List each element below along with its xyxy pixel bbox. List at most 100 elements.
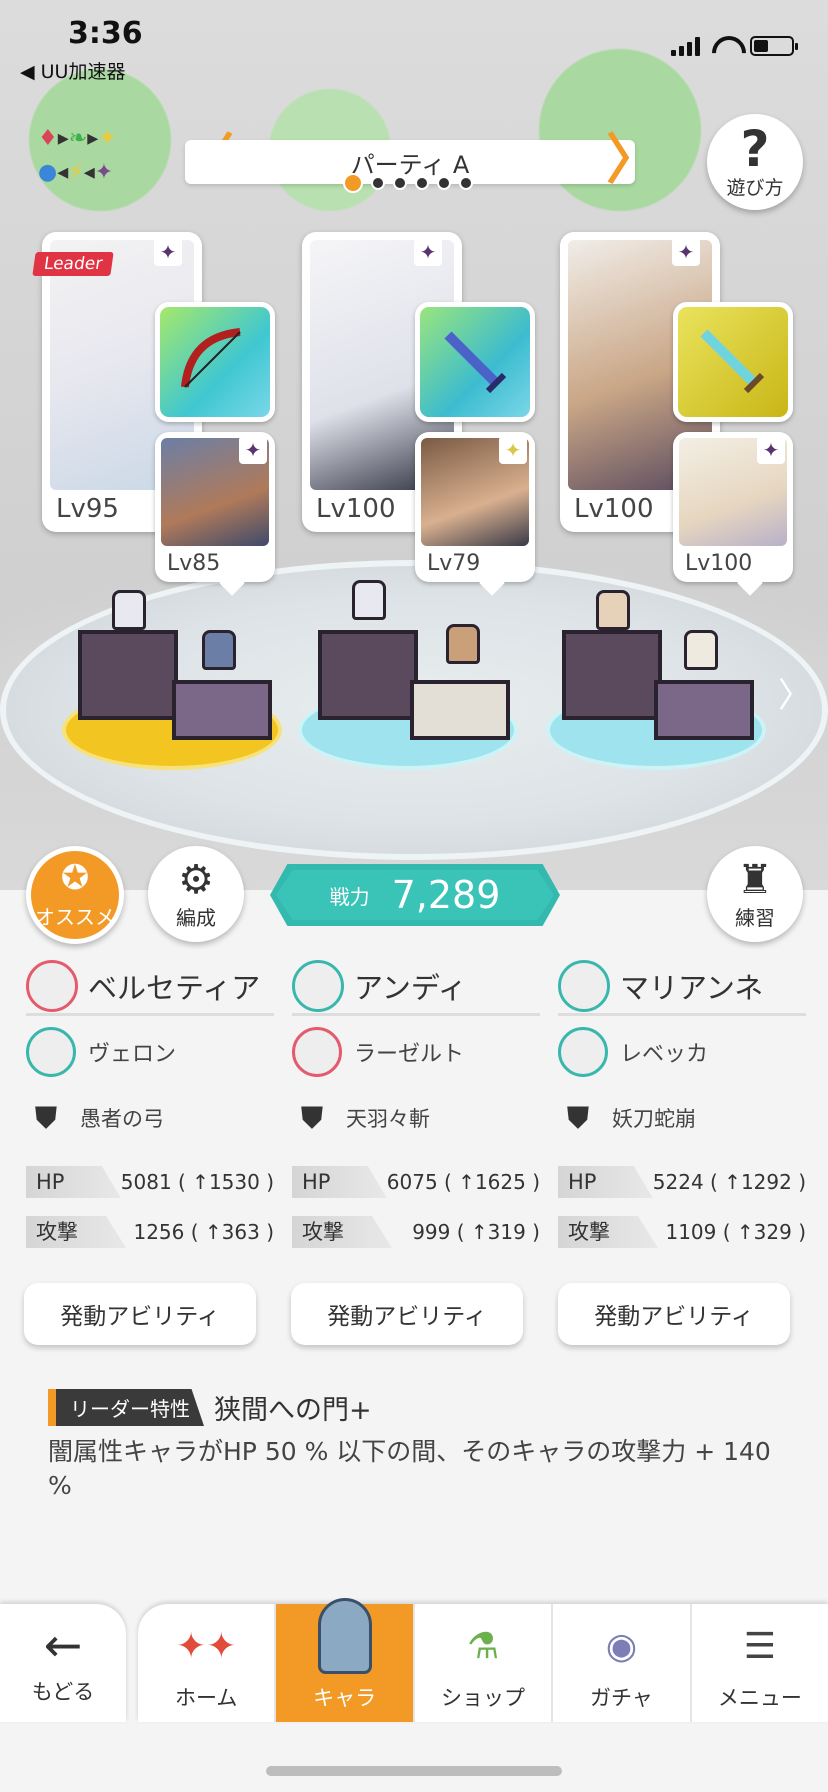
character-avatar[interactable] (558, 959, 610, 1012)
sub-character-avatar[interactable] (292, 1027, 342, 1077)
sub-level: Lv100 (685, 551, 753, 576)
ability-button-3[interactable]: 発動アビリティ (558, 1283, 790, 1345)
home-indicator[interactable] (266, 1766, 562, 1776)
nav-shop[interactable]: ⚗ ショップ (412, 1604, 551, 1722)
menu-icon: ☰ (743, 1625, 776, 1667)
back-to-app-link[interactable]: ◀ UU加速器 (20, 57, 125, 84)
hp-value: 6075 ( ↑1625 ) (386, 1170, 540, 1194)
weapon-name: 妖刀蛇崩 (612, 1107, 696, 1131)
party-page-dots[interactable] (343, 173, 473, 193)
hp-row: HP 6075 ( ↑1625 ) (292, 1166, 540, 1198)
nav-shop-label: ショップ (441, 1686, 526, 1710)
next-arrow-icon[interactable]: 〉 (778, 668, 812, 717)
ability-button-1[interactable]: 発動アビリティ (24, 1283, 256, 1345)
sub-character-card[interactable]: ✦ Lv85 (155, 432, 275, 596)
attack-row: 攻撃 999 ( ↑319 ) (292, 1216, 540, 1248)
page-dot[interactable] (415, 176, 429, 190)
weapon-sword-icon[interactable] (415, 302, 535, 422)
weapon-name: 愚者の弓 (80, 1107, 164, 1131)
bottom-navigation: ← もどる ✦✦ ホーム キャラ ⚗ ショップ ◉ ガチャ ☰ メニュー (0, 1598, 828, 1730)
formation-label: 編成 (176, 905, 216, 930)
practice-button[interactable]: ♜ 練習 (707, 846, 803, 942)
sub-character-card[interactable]: ✦ Lv100 (673, 432, 793, 596)
character-info-1: ベルセティア ヴェロン ⛊ 愚者の弓 HP 5081 ( ↑1530 ) 攻撃 … (26, 958, 274, 1248)
sub-character-avatar[interactable] (558, 1027, 608, 1077)
leader-skill-name: 狭間への門+ (214, 1395, 372, 1426)
nav-character[interactable]: キャラ (274, 1598, 413, 1722)
leader-skill-tag: リーダー特性 (48, 1389, 204, 1426)
attack-value: 1256 ( ↑363 ) (133, 1220, 274, 1244)
back-label: もどる (31, 1680, 95, 1704)
back-button[interactable]: ← もどる (0, 1604, 126, 1722)
light-element-icon: ✦ (499, 436, 527, 464)
wifi-icon (712, 36, 738, 56)
hp-value: 5081 ( ↑1530 ) (120, 1170, 274, 1194)
leader-skill: リーダー特性 狭間への門+ 闇属性キャラがHP 50 % 以下の間、そのキャラの… (48, 1388, 788, 1503)
help-button[interactable]: ? 遊び方 (707, 114, 803, 210)
weapon-name: 天羽々斬 (346, 1107, 430, 1131)
character-avatar[interactable] (292, 959, 344, 1012)
attack-label: 攻撃 (292, 1216, 392, 1248)
page-dot[interactable] (371, 176, 385, 190)
weapon-shield-icon: ⛊ (300, 1100, 324, 1136)
page-dot[interactable] (437, 176, 451, 190)
help-button-label: 遊び方 (726, 176, 784, 199)
sub-level: Lv85 (167, 551, 221, 576)
status-icons (671, 36, 798, 56)
sub-character-avatar[interactable] (26, 1027, 76, 1077)
home-icon: ✦✦ (176, 1625, 237, 1667)
nav-menu[interactable]: ☰ メニュー (689, 1604, 828, 1722)
attack-value: 999 ( ↑319 ) (412, 1220, 540, 1244)
hp-value: 5224 ( ↑1292 ) (652, 1170, 806, 1194)
status-time: 3:36 (68, 16, 143, 51)
power-value: 7,289 (391, 873, 501, 917)
weapon-shield-icon: ⛊ (566, 1100, 590, 1136)
hp-row: HP 5081 ( ↑1530 ) (26, 1166, 274, 1198)
main-level: Lv100 (316, 494, 396, 524)
sub-level: Lv79 (427, 551, 481, 576)
character-info-3: マリアンネ レベッカ ⛊ 妖刀蛇崩 HP 5224 ( ↑1292 ) 攻撃 1… (558, 958, 806, 1248)
dark-element-icon: ✦ (154, 238, 182, 266)
nav-character-label: キャラ (313, 1686, 377, 1710)
hp-label: HP (26, 1166, 121, 1198)
nav-home[interactable]: ✦✦ ホーム (138, 1604, 274, 1722)
recommend-button[interactable]: ✪ オススメ (26, 846, 124, 944)
power-label: 戦力 (329, 884, 370, 909)
dark-element-icon: ✦ (672, 238, 700, 266)
sub-character-card[interactable]: ✦ Lv79 (415, 432, 535, 596)
party-scene: 3:36 ◀ UU加速器 ♦▸❧▸✦ ●◂⚡◂✦ 〈 パーティ A 〉 ? 遊び… (0, 0, 828, 890)
main-level: Lv95 (56, 494, 119, 524)
recommend-label: オススメ (35, 904, 115, 929)
hp-row: HP 5224 ( ↑1292 ) (558, 1166, 806, 1198)
weapon-bow-icon[interactable] (155, 302, 275, 422)
leader-tag: Leader (32, 252, 114, 276)
leader-skill-description: 闇属性キャラがHP 50 % 以下の間、そのキャラの攻撃力 + 140 % (48, 1437, 771, 1500)
page-dot-active[interactable] (343, 173, 363, 193)
formation-button[interactable]: ⚙ 編成 (148, 846, 244, 942)
character-name: ベルセティア (88, 970, 261, 1005)
attack-label: 攻撃 (558, 1216, 658, 1248)
ability-button-2[interactable]: 発動アビリティ (291, 1283, 523, 1345)
element-cycle-icon[interactable]: ♦▸❧▸✦ ●◂⚡◂✦ (38, 122, 148, 194)
nav-gacha[interactable]: ◉ ガチャ (551, 1604, 689, 1722)
sub-character-name: レベッカ (620, 1042, 709, 1067)
hp-label: HP (558, 1166, 653, 1198)
character-avatar[interactable] (26, 959, 78, 1012)
shop-icon: ⚗ (466, 1625, 500, 1667)
battery-icon (750, 36, 798, 56)
character-icon (317, 1598, 372, 1674)
page-dot[interactable] (393, 176, 407, 190)
weapon-shield-icon: ⛊ (34, 1100, 58, 1136)
recommend-icon: ✪ (60, 857, 90, 898)
question-mark-icon: ? (740, 119, 770, 178)
dark-element-icon: ✦ (239, 436, 267, 464)
character-info-2: アンディ ラーゼルト ⛊ 天羽々斬 HP 6075 ( ↑1625 ) 攻撃 9… (292, 958, 540, 1248)
nav-gacha-label: ガチャ (590, 1686, 653, 1710)
next-party-button[interactable]: 〉 (606, 130, 660, 190)
sub-character-name: ラーゼルト (354, 1042, 465, 1067)
nav-home-label: ホーム (175, 1686, 238, 1710)
weapon-katana-icon[interactable] (673, 302, 793, 422)
signal-icon (671, 36, 700, 56)
page-dot[interactable] (459, 176, 473, 190)
gacha-icon: ◉ (605, 1625, 638, 1667)
